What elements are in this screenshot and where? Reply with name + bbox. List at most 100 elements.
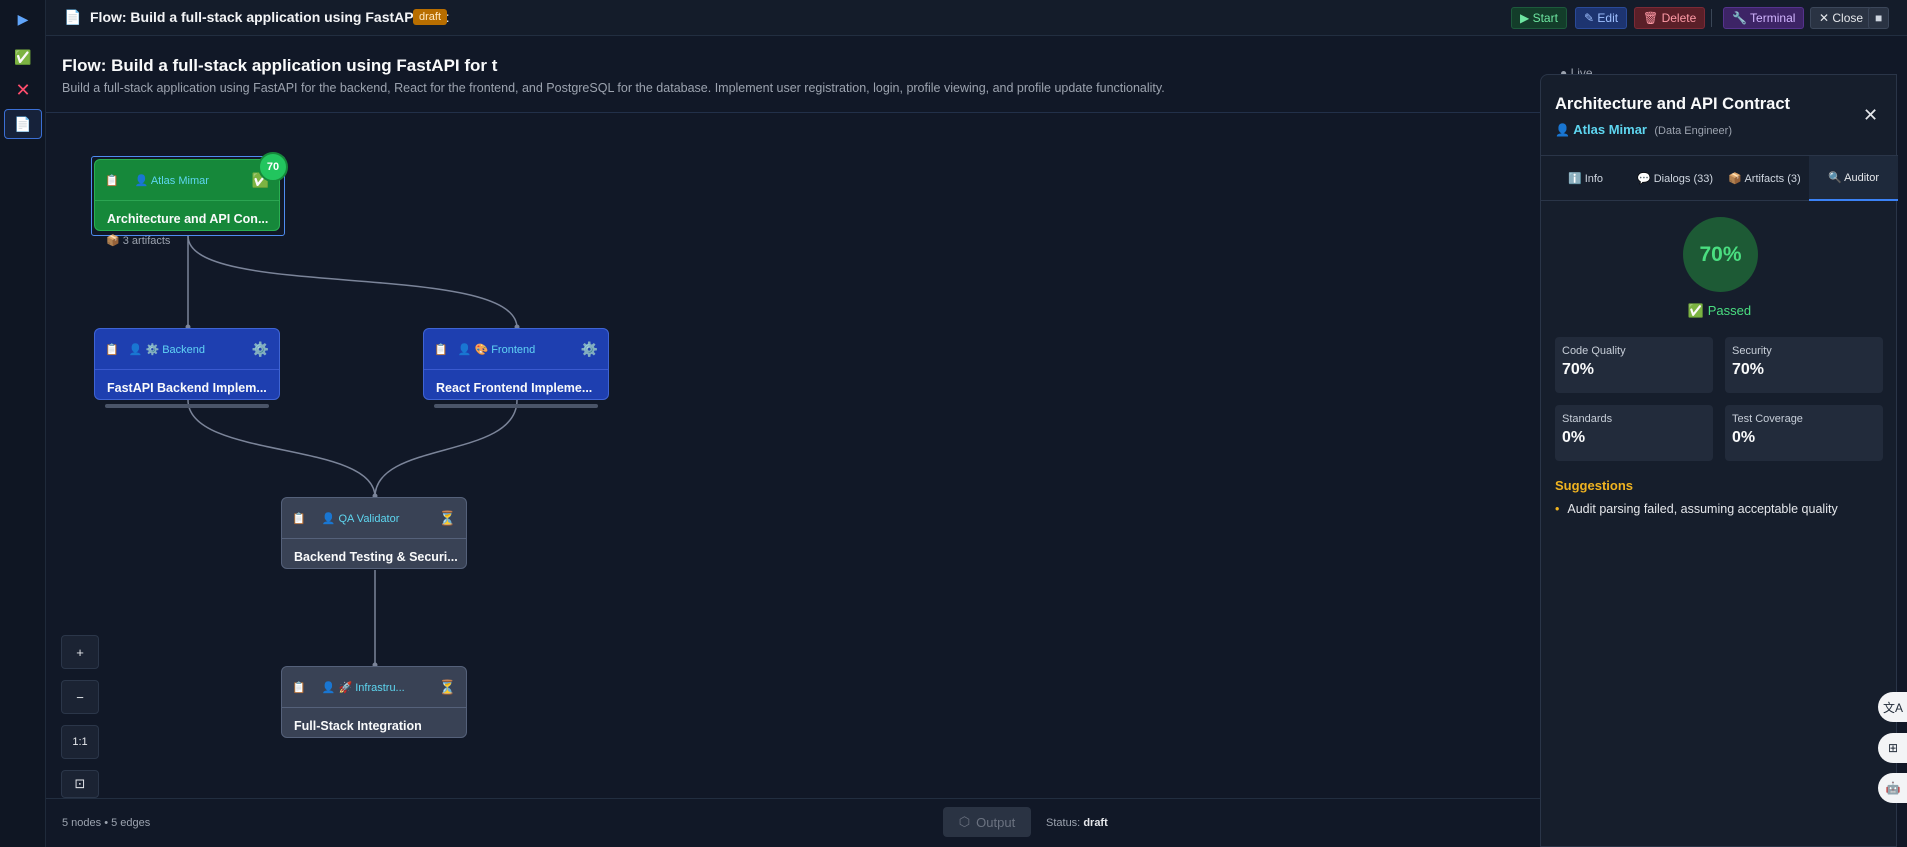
output-label: Output — [976, 814, 1016, 830]
node-progress-bar — [434, 404, 598, 408]
canvas-footer: 5 nodes • 5 edges ⬡ Output Status: draft — [46, 798, 1540, 847]
grid-icon[interactable]: ⊞ — [1878, 733, 1907, 763]
tab-dialogs[interactable]: 💬 Dialogs (33) — [1630, 156, 1720, 201]
status-value: draft — [1083, 817, 1108, 829]
node-artifacts: 📦 3 artifacts — [106, 235, 171, 247]
suggestion-item: • Audit parsing failed, assuming acceptab… — [1555, 502, 1838, 516]
metric-test-coverage: Test Coverage 0% — [1725, 405, 1883, 461]
node-architecture[interactable]: 📋 👤 Atlas Mimar ✅ Architecture and API C… — [94, 159, 280, 231]
suggestions-title: Suggestions — [1555, 478, 1634, 493]
translate-icon[interactable]: 文A — [1878, 692, 1907, 722]
assistant-icon[interactable]: 🤖 — [1878, 773, 1907, 803]
topbar-title: Flow: Build a full-stack application usi… — [90, 9, 449, 25]
panel-assignee: 👤 Atlas Mimar (Data Engineer) — [1555, 122, 1732, 137]
node-header: 📋 👤 ⚙️ Backend ⚙️ — [95, 329, 279, 369]
header-divider — [46, 112, 1540, 113]
gear-icon: ⚙️ — [580, 340, 598, 357]
tab-artifacts[interactable]: 📦 Artifacts (3) — [1720, 156, 1809, 201]
panel-toggle-button[interactable]: ■ — [1868, 7, 1890, 29]
node-header: 📋 👤 🚀 Infrastru... ⏳ — [282, 667, 466, 707]
draft-badge: draft — [413, 9, 448, 25]
gear-icon: ⚙️ — [251, 340, 269, 357]
audit-passed: ✅ Passed — [1687, 303, 1752, 318]
node-label: Architecture and API Con... — [107, 212, 269, 226]
node-agent: 👤 🎨 Frontend — [457, 343, 536, 356]
output-button[interactable]: ⬡ Output — [943, 807, 1031, 837]
node-divider — [95, 200, 279, 201]
document-icon[interactable]: 📄 — [4, 109, 42, 139]
metric-value: 0% — [1732, 429, 1756, 446]
check-icon[interactable]: ✅ — [4, 42, 42, 72]
assignee-name[interactable]: Atlas Mimar — [1573, 122, 1647, 137]
node-divider — [282, 707, 466, 708]
metric-value: 70% — [1562, 361, 1595, 378]
close-button[interactable]: ✕ Close — [1810, 7, 1873, 29]
clipboard-icon: 📋 — [434, 343, 448, 356]
clipboard-icon: 📋 — [292, 681, 306, 694]
close-icon[interactable]: ✕ — [1863, 105, 1878, 126]
node-header: 📋 👤 QA Validator ⏳ — [282, 498, 466, 538]
flow-doc-icon: 📄 — [64, 9, 82, 25]
node-infrastructure[interactable]: 📋 👤 🚀 Infrastru... ⏳ Full-Stack Integrat… — [281, 666, 467, 738]
hourglass-icon: ⏳ — [438, 509, 456, 526]
terminal-button[interactable]: 🔧 Terminal — [1723, 7, 1805, 29]
left-rail: ▶ ✅ ✕ 📄 — [0, 0, 46, 847]
tab-auditor[interactable]: 🔍 Auditor — [1809, 156, 1898, 201]
node-agent: 👤 🚀 Infrastru... — [321, 681, 405, 694]
metric-label: Code Quality — [1562, 345, 1626, 357]
node-header: 📋 👤 🎨 Frontend ⚙️ — [424, 329, 608, 369]
delete-button[interactable]: 🗑 Delete — [1634, 7, 1706, 29]
clipboard-icon: 📋 — [105, 174, 119, 187]
cube-icon: ⬡ — [958, 814, 971, 829]
panel-title: Architecture and API Contract — [1555, 95, 1791, 113]
clipboard-icon: 📋 — [105, 343, 119, 356]
zoom-out-button[interactable]: − — [61, 680, 99, 714]
panel-tabs: ℹ️ Info 💬 Dialogs (33) 📦 Artifacts (3) 🔍… — [1541, 155, 1898, 201]
user-icon: 👤 — [1555, 123, 1570, 137]
node-agent: 👤 ⚙️ Backend — [128, 343, 206, 356]
zoom-in-button[interactable]: + — [61, 635, 99, 669]
flow-title: Flow: Build a full-stack application usi… — [62, 56, 498, 75]
graph-stats: 5 nodes • 5 edges — [62, 817, 151, 829]
fit-view-button[interactable]: ⊡ — [61, 770, 99, 798]
node-divider — [282, 538, 466, 539]
score-badge: 70 — [258, 152, 288, 182]
status-label: Status: — [1046, 817, 1081, 829]
node-label: Backend Testing & Securi... — [294, 550, 458, 564]
hourglass-icon: ⏳ — [438, 678, 456, 695]
metric-value: 70% — [1732, 361, 1765, 378]
metric-code-quality: Code Quality 70% — [1555, 337, 1713, 393]
flow-status: Status: draft — [1046, 817, 1108, 829]
node-label: FastAPI Backend Implem... — [107, 381, 267, 395]
assignee-role: (Data Engineer) — [1654, 125, 1732, 137]
metric-standards: Standards 0% — [1555, 405, 1713, 461]
toolbar-divider — [1711, 9, 1712, 27]
flow-description: Build a full-stack application using Fas… — [62, 81, 1165, 95]
metric-value: 0% — [1562, 429, 1586, 446]
zoom-reset-button[interactable]: 1:1 — [61, 725, 99, 759]
metric-label: Standards — [1562, 413, 1613, 425]
play-icon[interactable]: ▶ — [4, 4, 42, 34]
edge-arch-frontend — [187, 235, 518, 329]
node-qa-validator[interactable]: 📋 👤 QA Validator ⏳ Backend Testing & Sec… — [281, 497, 467, 569]
x-icon[interactable]: ✕ — [4, 75, 42, 105]
suggestion-text: Audit parsing failed, assuming acceptabl… — [1567, 502, 1838, 516]
node-divider — [424, 369, 608, 370]
tab-info[interactable]: ℹ️ Info — [1541, 156, 1630, 201]
metric-label: Test Coverage — [1732, 413, 1803, 425]
bullet-icon: • — [1555, 502, 1560, 516]
start-button[interactable]: ▶ Start — [1511, 7, 1567, 29]
task-detail-panel: Architecture and API Contract ✕ 👤 Atlas … — [1540, 74, 1898, 847]
node-frontend[interactable]: 📋 👤 🎨 Frontend ⚙️ React Frontend Impleme… — [423, 328, 609, 400]
edge-frontend-qa — [374, 399, 518, 498]
node-agent: 👤 Atlas Mimar — [134, 174, 209, 187]
edge-backend-qa — [187, 399, 376, 498]
metric-label: Security — [1732, 345, 1772, 357]
metric-security: Security 70% — [1725, 337, 1883, 393]
node-label: Full-Stack Integration — [294, 719, 422, 733]
node-divider — [95, 369, 279, 370]
node-header: 📋 👤 Atlas Mimar ✅ — [95, 160, 279, 200]
edit-button[interactable]: ✎ Edit — [1575, 7, 1628, 29]
node-agent: 👤 QA Validator — [321, 512, 400, 525]
node-backend[interactable]: 📋 👤 ⚙️ Backend ⚙️ FastAPI Backend Implem… — [94, 328, 280, 400]
